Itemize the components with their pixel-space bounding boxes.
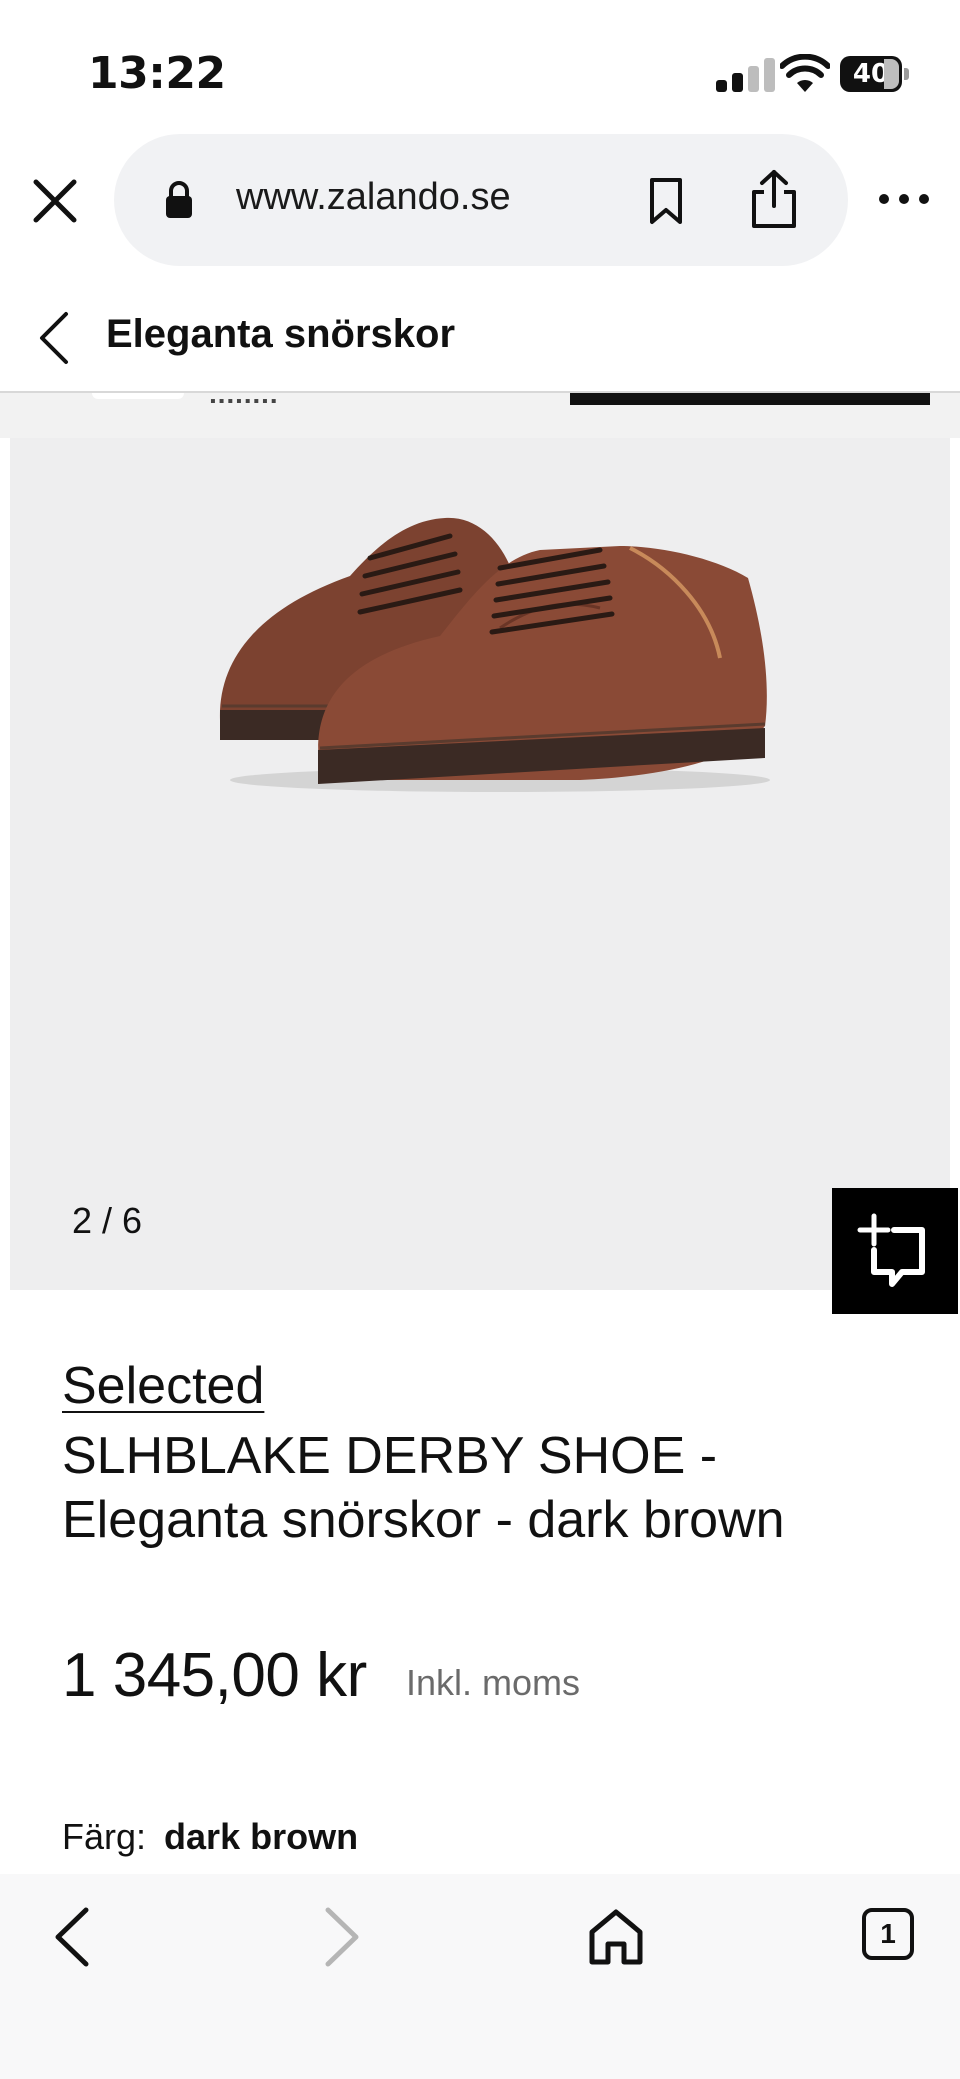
battery-icon: 40 [840, 56, 910, 92]
scrolled-strip: ▪▪▪▪▪▪▪▪ [0, 393, 960, 438]
vat-note: Inkl. moms [406, 1662, 581, 1703]
color-value: dark brown [164, 1816, 359, 1857]
product-image-shoes [219, 517, 770, 792]
url-text[interactable]: www.zalando.se [236, 176, 511, 219]
share-icon[interactable] [746, 168, 802, 230]
color-label: Färg: [62, 1816, 147, 1857]
home-icon[interactable] [588, 1908, 644, 1966]
product-title: SLHBLAKE DERBY SHOE - Eleganta snörskor … [62, 1427, 785, 1549]
product-image-gallery[interactable]: 2 / 6 [10, 438, 950, 1290]
sparkle-frame-icon [857, 1213, 925, 1287]
tabs-button[interactable]: 1 [862, 1908, 914, 1960]
page-header: Eleganta snörskor [0, 278, 960, 393]
strip-decoration [92, 393, 184, 399]
status-bar: 13:22 40 [0, 0, 960, 130]
color-row: Färg: dark brown [62, 1816, 358, 1858]
product-price: 1 345,00 kr [62, 1641, 367, 1710]
brand-link[interactable]: Selected [62, 1356, 264, 1416]
wifi-icon [780, 54, 830, 92]
lock-icon [166, 181, 192, 218]
browser-toolbar: 1 [0, 1874, 960, 2079]
cellular-signal-icon [716, 58, 776, 92]
bookmark-icon[interactable] [642, 176, 690, 226]
nav-back-icon[interactable] [52, 1906, 92, 1968]
address-bar[interactable]: www.zalando.se [114, 134, 848, 266]
find-similar-button[interactable] [832, 1188, 958, 1314]
back-chevron-icon[interactable] [36, 310, 72, 366]
nav-forward-icon[interactable] [322, 1906, 362, 1968]
strip-dots: ▪▪▪▪▪▪▪▪ [210, 393, 280, 410]
close-tab-button[interactable] [30, 176, 80, 226]
status-time: 13:22 [88, 48, 226, 99]
more-options-icon[interactable] [874, 184, 934, 214]
gallery-counter: 2 / 6 [72, 1200, 143, 1241]
page-title: Eleganta snörskor [106, 312, 456, 356]
strip-button-edge [570, 393, 930, 405]
